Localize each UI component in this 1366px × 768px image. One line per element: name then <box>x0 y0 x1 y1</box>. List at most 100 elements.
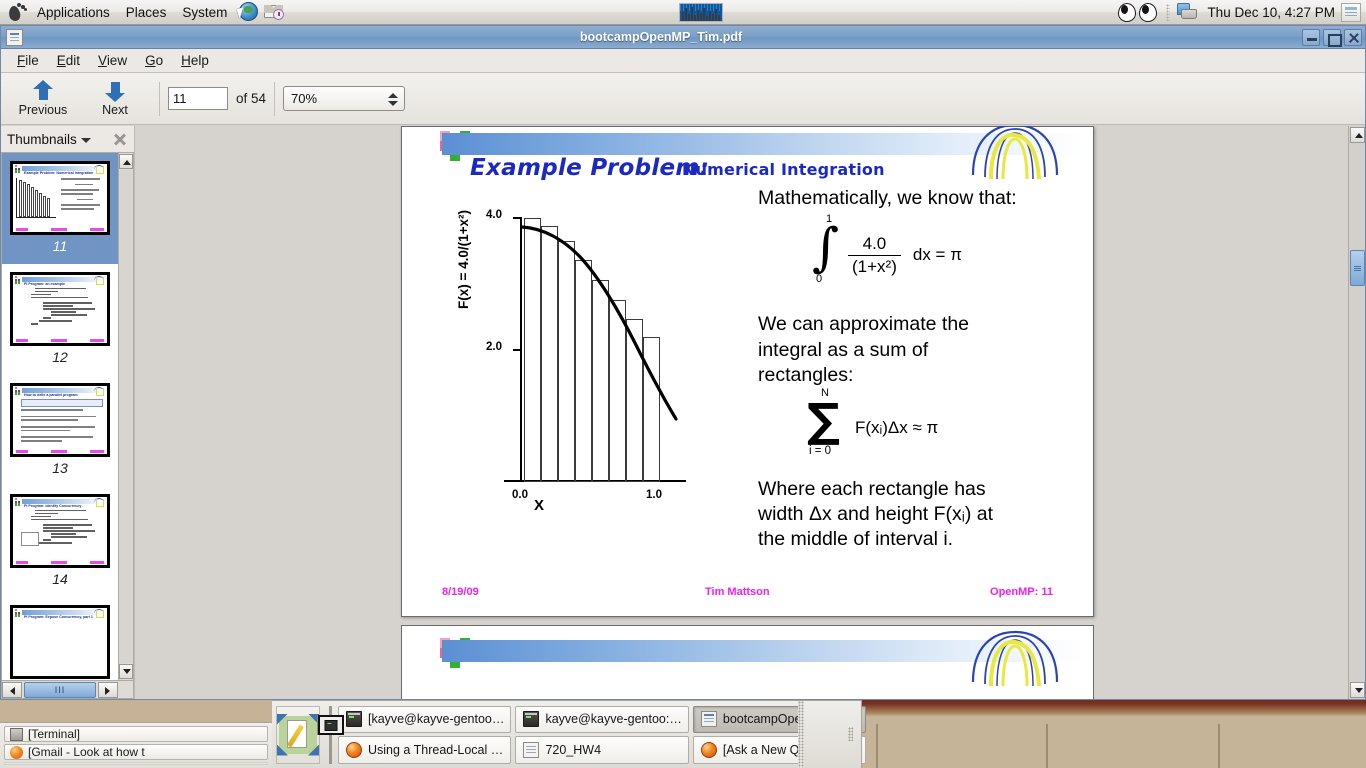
system-monitor-applet[interactable] <box>679 2 724 22</box>
gnome-bottom-panel: [kayve@kayve-gentoo… kayve@kayve-gentoo:… <box>272 700 867 768</box>
show-desktop-button[interactable] <box>1341 2 1362 22</box>
page-number-input[interactable] <box>168 87 228 110</box>
menu-go[interactable]: Go <box>136 51 172 70</box>
task-kayve-terminal-1[interactable]: [kayve@kayve-gentoo… <box>338 705 512 733</box>
arrow-up-icon <box>31 80 55 102</box>
decorative-knots-icon <box>93 165 105 174</box>
background-task-partial[interactable] <box>4 762 268 765</box>
thumbnail-title: PI Program: identify Concurrency <box>24 504 82 508</box>
vscroll-thumb[interactable] <box>1350 250 1365 286</box>
previous-page-button[interactable]: Previous <box>7 80 79 117</box>
thumbnail-item-12[interactable]: PI Program: an example 12 <box>2 264 118 375</box>
document-icon <box>523 741 540 758</box>
mail-reader-icon[interactable] <box>262 1 286 23</box>
sigma-glyph: ∑ <box>807 393 841 447</box>
menu-view[interactable]: View <box>89 51 136 70</box>
next-page-button[interactable]: Next <box>79 80 151 117</box>
sidebar-horizontal-scrollbar[interactable]: III <box>1 681 134 699</box>
integral-glyph: ∫ <box>812 218 840 278</box>
web-browser-icon[interactable] <box>236 1 260 23</box>
toolbar-separator <box>159 81 160 116</box>
text-editor-launcher[interactable] <box>276 705 320 764</box>
zoom-level-select[interactable]: 70% <box>283 86 406 111</box>
scroll-up-button[interactable] <box>1350 127 1365 143</box>
panel-tray-area[interactable] <box>804 700 862 768</box>
next-label: Next <box>102 103 128 117</box>
sidebar-vertical-scrollbar[interactable] <box>118 152 134 681</box>
background-task-terminal[interactable]: [Terminal] <box>4 726 268 742</box>
menu-system[interactable]: System <box>175 2 234 23</box>
thumbnails-sidebar: Thumbnails Example Problem: Numerical In… <box>1 126 135 699</box>
hscroll-thumb[interactable]: III <box>24 681 96 698</box>
background-task-gmail[interactable]: [Gmail - Look at how t <box>4 744 268 760</box>
thumbnail-item-15[interactable]: PI Program: Expose Concurrency, part 1 <box>2 597 118 680</box>
scroll-up-button[interactable] <box>119 154 133 169</box>
panel-grip[interactable] <box>1166 3 1171 21</box>
scroll-right-button[interactable] <box>98 681 118 698</box>
workspace-switcher[interactable] <box>317 705 344 764</box>
menu-applications[interactable]: Applications <box>30 2 117 23</box>
slide-title: Example Problem: <box>470 155 710 181</box>
sidebar-title: Thumbnails <box>7 131 77 147</box>
document-view[interactable]: Example Problem: Numerical Integration F… <box>135 126 1365 699</box>
panel-clock[interactable]: Thu Dec 10, 4:27 PM <box>1201 5 1341 20</box>
scroll-left-button[interactable] <box>2 681 22 698</box>
sidebar-header: Thumbnails <box>1 126 134 152</box>
close-sidebar-icon[interactable] <box>112 131 128 147</box>
integral-sign: 1 ∫ 0 <box>812 213 842 285</box>
scroll-down-button[interactable] <box>1350 682 1365 698</box>
thumbnail-item-13[interactable]: How to write a parallel program 13 <box>2 375 118 486</box>
printer-icon[interactable] <box>1175 1 1201 23</box>
task-thread-local-firefox[interactable]: Using a Thread-Local … <box>338 736 512 764</box>
panel-handle-icon[interactable] <box>848 727 853 741</box>
chart-x-axis-label: X <box>534 497 545 514</box>
maximize-button[interactable] <box>1323 28 1342 47</box>
task-label: Using a Thread-Local … <box>368 742 504 757</box>
scroll-down-button[interactable] <box>119 664 133 679</box>
gnome-top-panel: Applications Places System Thu Dec 10, 4… <box>0 0 1366 25</box>
eyes-applet[interactable] <box>1117 1 1161 23</box>
zoom-spinner[interactable] <box>386 89 400 109</box>
task-kayve-terminal-2[interactable]: kayve@kayve-gentoo:… <box>515 705 689 733</box>
hscroll-grip: III <box>54 684 66 695</box>
task-720-hw4[interactable]: 720_HW4 <box>515 736 689 764</box>
fraction-denominator: (1+x²) <box>848 254 901 277</box>
window-thumbnail <box>318 714 344 735</box>
toolbar: Previous Next of 54 70% <box>1 73 1365 125</box>
previous-label: Previous <box>18 103 68 117</box>
chart-curve <box>520 225 678 421</box>
decorative-knots-icon <box>93 609 105 618</box>
workspace-2[interactable] <box>318 706 344 763</box>
window-list: [kayve@kayve-gentoo… kayve@kayve-gentoo:… <box>338 705 867 764</box>
menu-help[interactable]: Help <box>172 51 218 70</box>
firefox-icon <box>346 741 362 758</box>
chevron-down-icon[interactable] <box>80 138 91 143</box>
menu-places[interactable]: Places <box>119 2 174 23</box>
thumbnail-item-14[interactable]: PI Program: identify Concurrency 14 <box>2 486 118 597</box>
integration-chart: F(x) = 4.0/(1+x²) 4.0 2.0 0.0 1.0 X <box>456 197 702 527</box>
gnome-foot-icon[interactable] <box>3 1 29 23</box>
decorative-knots-icon <box>971 126 1059 179</box>
close-button[interactable] <box>1344 28 1362 46</box>
sigma-sign: N ∑ i = 0 <box>807 387 849 457</box>
slide-page-12-preview <box>401 625 1094 699</box>
integral-tail: dx = π <box>912 245 962 264</box>
firefox-icon <box>10 745 23 759</box>
integral-fraction: 4.0 (1+x²) <box>848 234 901 277</box>
chart-plot-area: 4.0 2.0 0.0 1.0 <box>486 209 688 501</box>
minimize-button[interactable] <box>1302 28 1320 46</box>
thumbnail-number: 13 <box>52 460 68 476</box>
thumbnail-item-11[interactable]: Example Problem: Numerical Integration 1… <box>2 153 118 264</box>
chart-y-tick-2: 2.0 <box>486 341 502 353</box>
menu-edit[interactable]: Edit <box>48 51 89 70</box>
logo-icon <box>15 498 22 506</box>
fraction-numerator: 4.0 <box>862 233 887 253</box>
window-titlebar[interactable]: bootcampOpenMP_Tim.pdf <box>1 26 1365 49</box>
menu-file[interactable]: File <box>8 51 48 70</box>
thumbnail-image: Example Problem: Numerical Integration <box>10 161 110 235</box>
sidebar-scroll-area: Example Problem: Numerical Integration 1… <box>1 152 134 681</box>
slide-text-math-intro: Mathematically, we know that: <box>758 187 1017 209</box>
thumbnail-list[interactable]: Example Problem: Numerical Integration 1… <box>1 152 118 681</box>
scroll-track[interactable] <box>119 170 133 663</box>
document-vertical-scrollbar[interactable] <box>1348 126 1365 699</box>
